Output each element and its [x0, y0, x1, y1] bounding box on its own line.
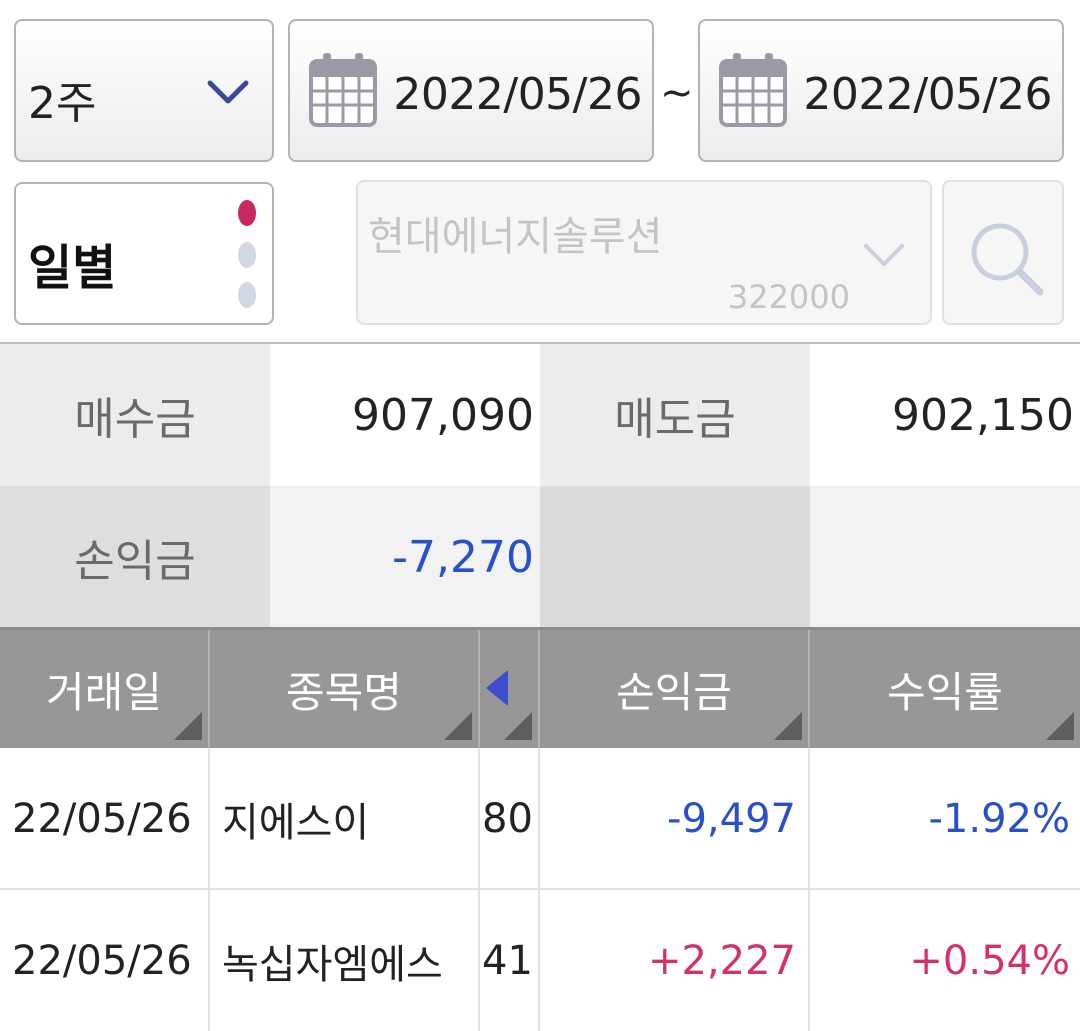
sort-corner-icon — [774, 712, 802, 740]
scroll-left-button[interactable] — [480, 630, 540, 748]
sort-corner-icon — [174, 712, 202, 740]
page-indicator-active — [238, 200, 256, 226]
summary-empty-cell — [810, 486, 1080, 628]
buy-amount-label: 매수금 — [0, 344, 270, 486]
start-date-picker[interactable]: 2022/05/26 — [288, 19, 654, 162]
arrow-left-icon — [486, 670, 508, 706]
sort-corner-icon — [504, 712, 532, 740]
row-rate: +0.54% — [909, 937, 1070, 984]
pnl-value: -7,270 — [270, 486, 540, 628]
row-pnl: -9,497 — [540, 748, 810, 889]
stock-code: 322000 — [727, 278, 850, 316]
mode-label: 일별 — [28, 240, 117, 296]
sort-corner-icon — [444, 712, 472, 740]
search-icon — [971, 223, 1044, 296]
row-stock-name: 녹십자엠에스 — [210, 890, 480, 1031]
row-pnl: +2,227 — [540, 890, 810, 1031]
period-label: 2주 — [28, 78, 97, 129]
sort-corner-icon — [1046, 712, 1074, 740]
column-header-rate[interactable]: 수익률 — [810, 630, 1080, 748]
summary-empty-cell — [540, 486, 810, 628]
row-date: 22/05/26 — [0, 890, 210, 1031]
row-stock-name: 지에스이 — [210, 748, 480, 889]
sell-amount-value: 902,150 — [810, 344, 1080, 486]
header-label: 수익률 — [887, 667, 1003, 717]
chevron-down-icon — [207, 80, 249, 104]
buy-amount-value: 907,090 — [270, 344, 540, 486]
stock-name: 현대에너지솔루션 — [368, 214, 663, 260]
row-rate: -1.92% — [928, 795, 1070, 842]
column-header-name[interactable]: 종목명 — [210, 630, 480, 748]
row-qty: 41 — [480, 890, 540, 1031]
chevron-down-icon — [864, 244, 904, 266]
column-header-pnl[interactable]: 손익금 — [540, 630, 810, 748]
header-label: 거래일 — [46, 667, 162, 717]
start-date-value: 2022/05/26 — [393, 69, 642, 120]
calendar-icon — [719, 53, 787, 127]
row-date: 22/05/26 — [0, 748, 210, 889]
page-indicator — [238, 282, 256, 308]
sell-amount-label: 매도금 — [540, 344, 810, 486]
pnl-label: 손익금 — [0, 486, 270, 628]
header-label: 종목명 — [286, 667, 402, 717]
page-indicator — [238, 242, 256, 268]
end-date-picker[interactable]: 2022/05/26 — [698, 19, 1064, 162]
column-header-date[interactable]: 거래일 — [0, 630, 210, 748]
calendar-icon — [309, 53, 377, 127]
row-qty: 80 — [480, 748, 540, 889]
header-label: 손익금 — [616, 667, 732, 717]
end-date-value: 2022/05/26 — [803, 69, 1052, 120]
search-button[interactable] — [942, 180, 1064, 325]
stock-selector[interactable]: 현대에너지솔루션 322000 — [356, 180, 932, 325]
period-dropdown[interactable]: 2주 — [14, 19, 274, 162]
date-separator: ~ — [660, 70, 694, 116]
mode-selector[interactable]: 일별 — [14, 182, 274, 325]
